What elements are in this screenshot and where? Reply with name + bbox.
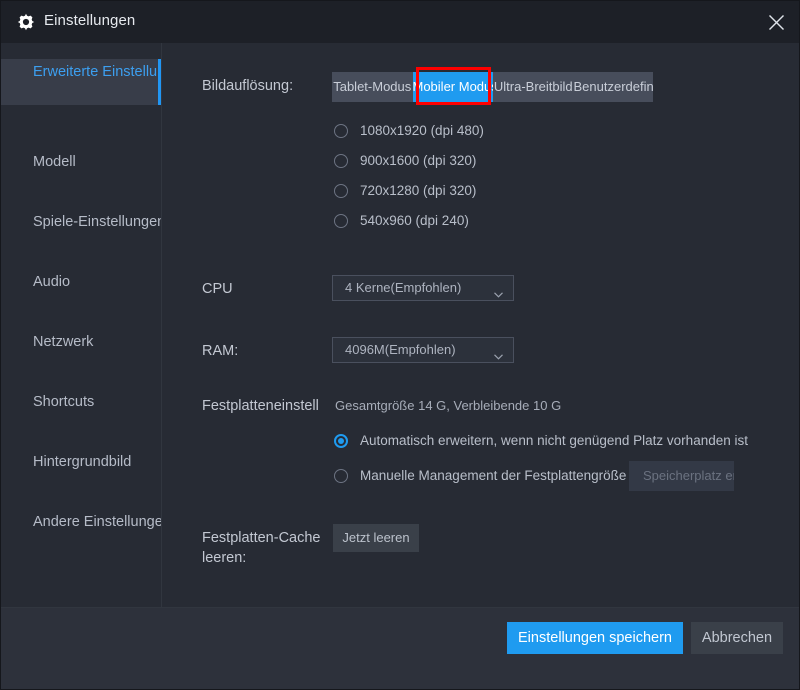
sidebar-item-label: Andere Einstellungen	[33, 514, 161, 530]
window-title: Einstellungen	[44, 12, 135, 29]
tab-mobiler-modus[interactable]: Mobiler Modus	[413, 72, 494, 102]
radio-icon	[334, 154, 348, 168]
footer-bar: Einstellungen speichern Abbrechen	[1, 607, 799, 689]
sidebar-item-label: Hintergrundbild	[33, 454, 131, 470]
resolution-option-label: 720x1280 (dpi 320)	[360, 183, 476, 198]
radio-icon	[334, 214, 348, 228]
save-settings-button[interactable]: Einstellungen speichern	[507, 622, 683, 654]
disk-settings-label: Festplatteneinstell	[202, 397, 331, 416]
resolution-option-900x1600[interactable]: 900x1600 (dpi 320)	[334, 153, 476, 168]
sidebar-item-andere-einstellungen[interactable]: Andere Einstellungen	[1, 513, 161, 532]
cpu-select[interactable]: 4 Kerne(Empfohlen)	[332, 275, 514, 301]
sidebar-item-label: Spiele-Einstellungen	[33, 214, 161, 230]
resolution-option-label: 900x1600 (dpi 320)	[360, 153, 476, 168]
disk-manual-label: Manuelle Management der Festplattengröße	[360, 468, 626, 483]
resolution-option-720x1280[interactable]: 720x1280 (dpi 320)	[334, 183, 476, 198]
clear-cache-button[interactable]: Jetzt leeren	[333, 524, 419, 552]
resolution-label: Bildauflösung:	[202, 77, 332, 96]
sidebar-item-netzwerk[interactable]: Netzwerk	[1, 333, 161, 352]
disk-auto-expand-option[interactable]: Automatisch erweitern, wenn nicht genüge…	[334, 433, 748, 448]
disk-size-info: Gesamtgröße 14 G, Verbleibende 10 G	[335, 398, 561, 413]
close-icon[interactable]	[761, 8, 791, 36]
chevron-down-icon	[494, 347, 503, 353]
sidebar-item-modell[interactable]: Modell	[1, 153, 161, 172]
cpu-label: CPU	[202, 280, 233, 299]
sidebar: Erweiterte Einstellungen Modell Spiele-E…	[1, 43, 162, 608]
settings-window: Einstellungen Erweiterte Einstellungen M…	[0, 0, 800, 690]
sidebar-item-label: Audio	[33, 274, 70, 290]
resolution-option-label: 540x960 (dpi 240)	[360, 213, 469, 228]
sidebar-item-label: Shortcuts	[33, 394, 94, 410]
resolution-mode-tabs: Tablet-Modus Mobiler Modus Ultra-Breitbi…	[332, 72, 653, 102]
sidebar-item-label: Modell	[33, 154, 76, 170]
ram-label: RAM:	[202, 342, 238, 361]
tab-tablet-modus[interactable]: Tablet-Modus	[332, 72, 413, 102]
radio-icon	[334, 434, 348, 448]
radio-icon	[334, 469, 348, 483]
disk-auto-expand-label: Automatisch erweitern, wenn nicht genüge…	[360, 433, 748, 448]
disk-expand-storage-button[interactable]: Speicherplatz er	[629, 461, 734, 491]
sidebar-item-erweiterte-einstellungen[interactable]: Erweiterte Einstellungen	[1, 59, 161, 105]
sidebar-item-label: Erweiterte Einstellungen	[33, 64, 161, 80]
title-bar: Einstellungen	[1, 1, 799, 44]
ram-select-value: 4096M(Empfohlen)	[345, 342, 456, 357]
chevron-down-icon	[494, 285, 503, 291]
sidebar-item-hintergrundbild[interactable]: Hintergrundbild	[1, 453, 161, 472]
sidebar-item-label: Netzwerk	[33, 334, 93, 350]
resolution-option-label: 1080x1920 (dpi 480)	[360, 123, 484, 138]
cancel-button[interactable]: Abbrechen	[691, 622, 783, 654]
resolution-option-540x960[interactable]: 540x960 (dpi 240)	[334, 213, 469, 228]
gear-icon	[17, 13, 35, 31]
tab-ultra-breitbild[interactable]: Ultra-Breitbild	[493, 72, 574, 102]
disk-manual-option[interactable]: Manuelle Management der Festplattengröße	[334, 468, 626, 483]
tab-benutzerdefiniert[interactable]: Benutzerdefiniert	[574, 72, 654, 102]
radio-icon	[334, 184, 348, 198]
sidebar-item-shortcuts[interactable]: Shortcuts	[1, 393, 161, 412]
cache-clear-label: Festplatten-Cache leeren:	[202, 528, 332, 568]
sidebar-item-spiele-einstellungen[interactable]: Spiele-Einstellungen	[1, 213, 161, 232]
resolution-option-1080x1920[interactable]: 1080x1920 (dpi 480)	[334, 123, 484, 138]
sidebar-item-audio[interactable]: Audio	[1, 273, 161, 292]
radio-icon	[334, 124, 348, 138]
ram-select[interactable]: 4096M(Empfohlen)	[332, 337, 514, 363]
cpu-select-value: 4 Kerne(Empfohlen)	[345, 280, 461, 295]
